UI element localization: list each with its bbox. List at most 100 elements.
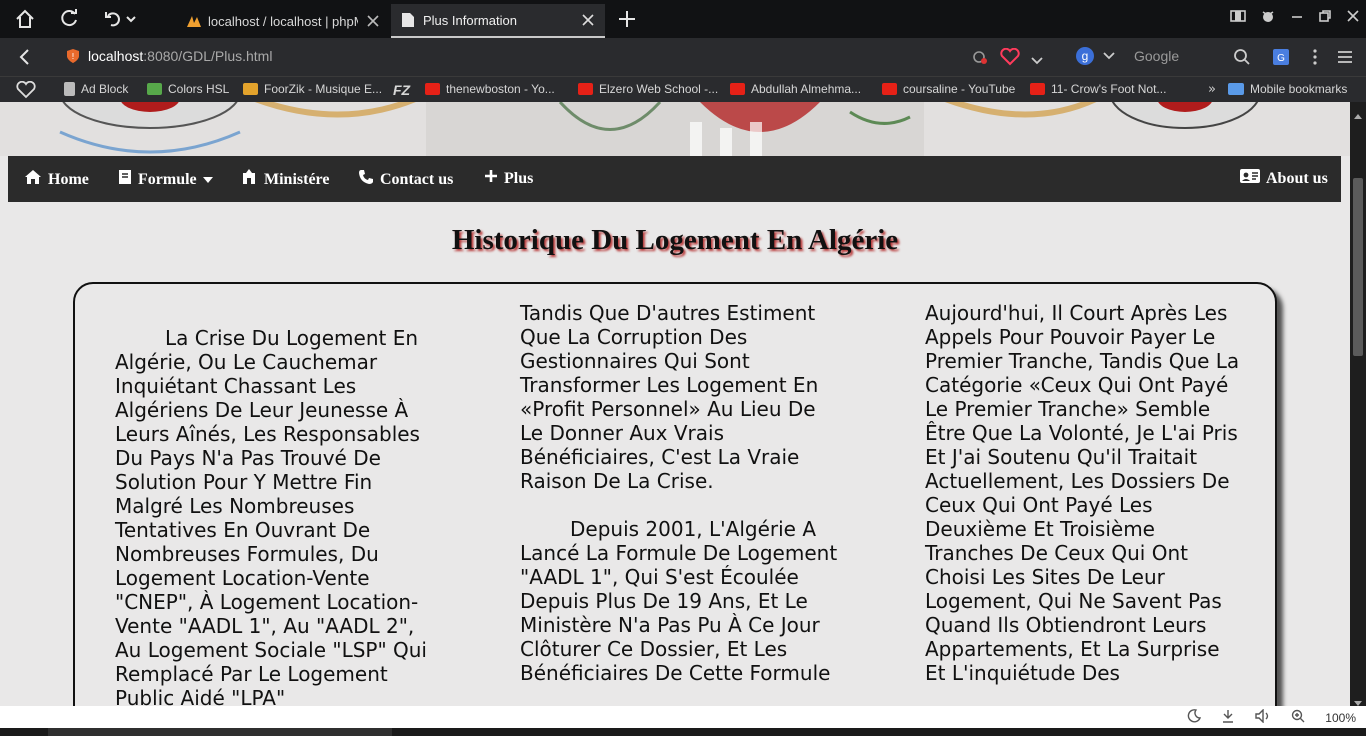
nav-about[interactable]: About us (1240, 169, 1328, 188)
caret-down-icon (202, 171, 213, 189)
youtube-icon (730, 83, 745, 95)
bookmark-label: Abdullah Almehma... (751, 82, 862, 96)
article-box: La Crise Du Logement En Algérie, Ou Le C… (73, 282, 1277, 706)
svg-text:G: G (1277, 53, 1285, 64)
url-path: :8080/GDL/Plus.html (143, 48, 273, 64)
share-icon[interactable] (1308, 48, 1322, 70)
tab-plus-information[interactable]: Plus Information (391, 4, 605, 38)
bookmark-item[interactable]: Abdullah Almehma... (730, 82, 861, 96)
plus-icon (484, 169, 498, 188)
phone-icon (358, 169, 374, 190)
nav-contact-label: Contact us (380, 170, 454, 188)
bookmark-item[interactable]: Elzero Web School -... (578, 82, 718, 96)
restore-icon[interactable] (1318, 8, 1332, 27)
phpmyadmin-icon (186, 14, 202, 28)
bookmark-label: coursaline - YouTube (903, 82, 1016, 96)
nav-ministere[interactable]: Ministére (240, 169, 329, 190)
bookmark-item[interactable]: Colors HSL (147, 82, 229, 96)
svg-text:!: ! (71, 52, 74, 61)
url-host: localhost (88, 48, 144, 64)
taskbar-active-window[interactable] (48, 728, 392, 736)
bookmark-item[interactable]: Ad Block (64, 82, 128, 96)
nav-home[interactable]: Home (24, 169, 89, 190)
header-banner-image (59, 102, 1259, 156)
tab-title: localhost / localhost | phpMy (208, 13, 358, 29)
vpn-icon[interactable] (1260, 8, 1276, 27)
search-icon[interactable] (1233, 48, 1251, 70)
close-icon[interactable] (366, 14, 380, 28)
more-bookmarks-icon[interactable]: » (1208, 82, 1216, 97)
home-icon[interactable] (14, 8, 36, 30)
bookmark-item[interactable]: 11- Crow's Foot Not... (1030, 82, 1166, 96)
article-paragraph: Depuis 2001, L'Algérie A Lancé La Formul… (520, 517, 838, 685)
tab-title: Plus Information (423, 12, 517, 28)
security-badge-icon[interactable]: ! (66, 48, 80, 68)
search-placeholder: Google (1134, 47, 1180, 64)
nav-plus-label: Plus (504, 169, 534, 187)
page-title: Historique Du Logement En Algérie (451, 224, 899, 256)
header-banner (0, 102, 1350, 156)
nav-contact[interactable]: Contact us (358, 169, 453, 190)
os-taskbar (0, 728, 1366, 736)
back-icon[interactable] (14, 46, 36, 68)
bookmark-label: 11- Crow's Foot Not... (1051, 82, 1167, 96)
nav-formule-label: Formule (138, 170, 197, 188)
night-mode-icon[interactable] (1187, 709, 1202, 726)
zoom-icon[interactable] (1291, 709, 1305, 726)
id-card-icon (1240, 169, 1260, 188)
bookmarks-bar: Ad Block Colors HSL FoorZik - Musique E.… (0, 76, 1366, 102)
reload-icon[interactable] (58, 8, 80, 30)
scrollbar-thumb[interactable] (1353, 178, 1363, 356)
scroll-up-icon[interactable] (1354, 104, 1362, 123)
undo-closed-tab-icon[interactable] (103, 8, 139, 30)
heart-icon[interactable] (1000, 47, 1020, 70)
url-field[interactable]: localhost:8080/GDL/Plus.html (88, 48, 272, 64)
translate-icon[interactable]: G (1272, 48, 1290, 70)
nav-plus[interactable]: Plus (484, 169, 533, 188)
chevron-down-icon[interactable] (1102, 46, 1116, 65)
volume-icon[interactable] (1255, 708, 1271, 726)
bookmark-item[interactable]: coursaline - YouTube (882, 82, 1015, 96)
youtube-icon (425, 83, 440, 95)
bookmark-item[interactable]: FoorZik - Musique E... (243, 82, 382, 96)
download-icon[interactable] (1221, 709, 1235, 726)
camera-blocked-icon[interactable] (972, 49, 988, 69)
zoom-level[interactable]: 100% (1325, 711, 1356, 725)
main-navbar: Home Formule Ministére Contact us Plus A… (8, 156, 1341, 202)
book-icon (118, 169, 132, 190)
colors-icon (147, 83, 162, 95)
tab-phpmyadmin[interactable]: localhost / localhost | phpMy (176, 4, 390, 38)
new-tab-icon[interactable] (616, 8, 638, 30)
minimize-icon[interactable] (1290, 8, 1304, 27)
google-icon: g (1076, 46, 1094, 65)
mobile-bookmarks-folder[interactable]: Mobile bookmarks (1228, 82, 1347, 96)
bookmark-label: thenewboston - Yo... (446, 82, 555, 96)
page-icon (401, 12, 415, 28)
article-paragraph: Tandis Que D'autres Estiment Que La Corr… (520, 301, 819, 493)
menu-icon[interactable] (1336, 48, 1354, 70)
foorzik-icon (243, 83, 258, 95)
youtube-icon (1030, 83, 1045, 95)
close-window-icon[interactable] (1346, 8, 1360, 27)
search-box[interactable]: g Google (1076, 46, 1179, 65)
bookmark-label: FoorZik - Musique E... (264, 82, 383, 96)
folder-icon (1228, 83, 1244, 95)
bookmark-label: Ad Block (81, 82, 129, 96)
page-scrollbar[interactable] (1350, 102, 1366, 706)
article-column-3: Aujourd'hui, Il Court Après Les Appels P… (925, 301, 1245, 685)
youtube-icon (578, 83, 593, 95)
window-controls (1230, 8, 1360, 26)
snapshot-icon[interactable] (1230, 8, 1246, 27)
article-paragraph: Aujourd'hui, Il Court Après Les Appels P… (925, 301, 1240, 685)
page-viewport: Home Formule Ministére Contact us Plus A… (0, 102, 1350, 706)
nav-formule-dropdown[interactable]: Formule (118, 169, 213, 190)
nav-home-label: Home (48, 170, 89, 188)
home-icon (24, 169, 42, 190)
bookmark-item[interactable]: thenewboston - Yo... (425, 82, 555, 96)
nav-about-label: About us (1266, 169, 1328, 187)
bookmark-item[interactable]: FZ (393, 82, 410, 98)
heart-icon[interactable] (16, 80, 36, 103)
chevron-down-icon[interactable] (1030, 51, 1044, 70)
browser-tab-bar: localhost / localhost | phpMy Plus Infor… (0, 0, 1366, 38)
close-icon[interactable] (581, 13, 595, 27)
